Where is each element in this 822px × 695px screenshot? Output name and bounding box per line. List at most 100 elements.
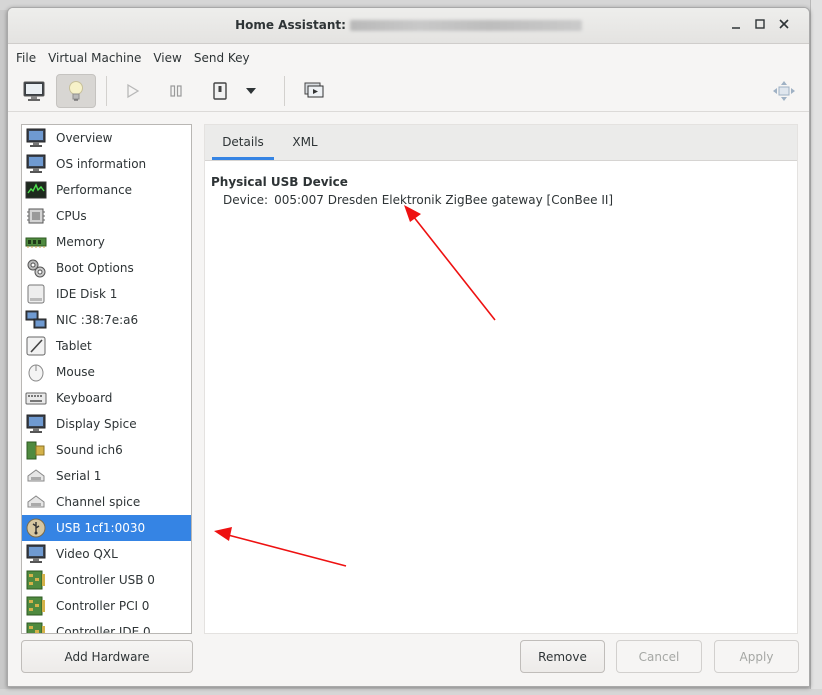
fullscreen-icon (773, 81, 795, 101)
menu-view[interactable]: View (147, 44, 187, 72)
console-button[interactable] (14, 74, 54, 108)
cancel-button[interactable]: Cancel (616, 640, 702, 673)
usb-icon (26, 518, 46, 538)
sidebar-item-label: Channel spice (56, 495, 141, 509)
display-icon (26, 414, 46, 433)
controller-icon (26, 622, 45, 633)
sidebar-item-label: Mouse (56, 365, 95, 379)
lightbulb-details-icon (69, 81, 83, 101)
menu-send-key[interactable]: Send Key (188, 44, 256, 72)
shutdown-button[interactable] (200, 74, 240, 108)
maximize-button[interactable] (752, 18, 768, 34)
toolbar-separator (284, 76, 285, 106)
controller-icon (26, 596, 45, 616)
hardware-list[interactable]: Overview OS information Performance CPUs Mem… (21, 124, 192, 634)
sidebar-item-label: Tablet (56, 339, 92, 353)
pause-icon (170, 85, 182, 97)
sidebar-item-label: NIC :38:7e:a6 (56, 313, 139, 327)
memory-icon (25, 237, 47, 248)
sidebar-item-label: Overview (56, 131, 113, 145)
sidebar-item-performance[interactable]: Performance (22, 177, 191, 203)
sidebar-item-keyboard[interactable]: Keyboard (22, 385, 191, 411)
sidebar-item-os-information[interactable]: OS information (22, 151, 191, 177)
fullscreen-button[interactable] (764, 74, 804, 108)
sidebar-item-overview[interactable]: Overview (22, 125, 191, 151)
sidebar-item-cpus[interactable]: CPUs (22, 203, 191, 229)
snapshots-button[interactable] (294, 74, 334, 108)
minimize-button[interactable] (728, 18, 744, 34)
details-tabbar: Details XML (205, 125, 797, 161)
sidebar-item-label: CPUs (56, 209, 87, 223)
chevron-down-icon (246, 88, 256, 94)
serial-icon (27, 469, 45, 482)
menubar: File Virtual Machine View Send Key (8, 44, 809, 72)
pause-button[interactable] (156, 74, 196, 108)
add-hardware-button[interactable]: Add Hardware (21, 640, 193, 673)
sidebar-item-controller-ide-0[interactable]: Controller IDE 0 (22, 619, 191, 634)
sidebar-item-label: Controller IDE 0 (56, 625, 151, 634)
device-label: Device: (223, 193, 269, 207)
sidebar-item-label: IDE Disk 1 (56, 287, 118, 301)
mouse-icon (28, 364, 44, 382)
tab-details[interactable]: Details (212, 125, 274, 160)
menu-virtual-machine[interactable]: Virtual Machine (42, 44, 147, 72)
sidebar-item-label: Keyboard (56, 391, 113, 405)
sidebar-item-label: Video QXL (56, 547, 118, 561)
sidebar-item-label: Controller USB 0 (56, 573, 155, 587)
sidebar-item-controller-pci-0[interactable]: Controller PCI 0 (22, 593, 191, 619)
gears-icon (27, 259, 46, 278)
section-title: Physical USB Device (211, 175, 348, 189)
keyboard-icon (25, 392, 47, 405)
desktop-background-bottom (0, 689, 822, 695)
sidebar-item-label: Controller PCI 0 (56, 599, 150, 613)
apply-button[interactable]: Apply (714, 640, 799, 673)
sidebar-item-video-qxl[interactable]: Video QXL (22, 541, 191, 567)
disk-icon (27, 284, 45, 304)
sidebar-item-label: Sound ich6 (56, 443, 123, 457)
snapshots-icon (304, 82, 324, 98)
sidebar-item-boot-options[interactable]: Boot Options (22, 255, 191, 281)
window-title-label: Home Assistant: (235, 18, 346, 32)
display-icon (26, 544, 46, 563)
sidebar-item-mouse[interactable]: Mouse (22, 359, 191, 385)
controller-icon (26, 570, 45, 590)
sidebar-item-usb-1cf1-0030[interactable]: USB 1cf1:0030 (22, 515, 191, 541)
sidebar-item-label: Display Spice (56, 417, 137, 431)
redacted-host-text (349, 20, 582, 31)
sidebar-item-controller-usb-0[interactable]: Controller USB 0 (22, 567, 191, 593)
sidebar-item-sound-ich6[interactable]: Sound ich6 (22, 437, 191, 463)
sidebar-item-tablet[interactable]: Tablet (22, 333, 191, 359)
sidebar-item-ide-disk-1[interactable]: IDE Disk 1 (22, 281, 191, 307)
maximize-icon (755, 19, 765, 29)
sidebar-item-nic-38-7e-a6[interactable]: NIC :38:7e:a6 (22, 307, 191, 333)
sound-icon (26, 441, 45, 460)
sidebar-item-label: Performance (56, 183, 133, 197)
tab-xml[interactable]: XML (274, 125, 336, 160)
sidebar-item-label: Memory (56, 235, 105, 249)
console-monitor-icon (23, 81, 45, 101)
monitor-icon (26, 128, 46, 147)
run-button[interactable] (112, 74, 152, 108)
shutdown-menu-button[interactable] (240, 74, 262, 108)
device-row: Device: 005:007 Dresden Elektronik ZigBee… (223, 193, 619, 207)
window-title: Home Assistant: (8, 18, 809, 32)
shutdown-icon (213, 82, 227, 100)
device-details-panel: Details XML Physical USB Device Device: 0… (204, 124, 798, 634)
details-button[interactable] (56, 74, 96, 108)
sidebar-item-memory[interactable]: Memory (22, 229, 191, 255)
remove-button[interactable]: Remove (520, 640, 605, 673)
serial-icon (27, 495, 45, 508)
run-icon (127, 83, 140, 99)
sidebar-item-display-spice[interactable]: Display Spice (22, 411, 191, 437)
menu-file[interactable]: File (10, 44, 42, 72)
close-button[interactable] (776, 18, 792, 34)
sidebar-item-label: OS information (56, 157, 147, 171)
sidebar-item-channel-spice[interactable]: Channel spice (22, 489, 191, 515)
minimize-icon (732, 27, 740, 29)
performance-icon (25, 181, 47, 199)
network-icon (25, 310, 47, 329)
sidebar-item-label: USB 1cf1:0030 (56, 521, 146, 535)
device-value: 005:007 Dresden Elektronik ZigBee gatewa… (274, 193, 614, 207)
cpu-icon (27, 208, 45, 224)
sidebar-item-serial-1[interactable]: Serial 1 (22, 463, 191, 489)
